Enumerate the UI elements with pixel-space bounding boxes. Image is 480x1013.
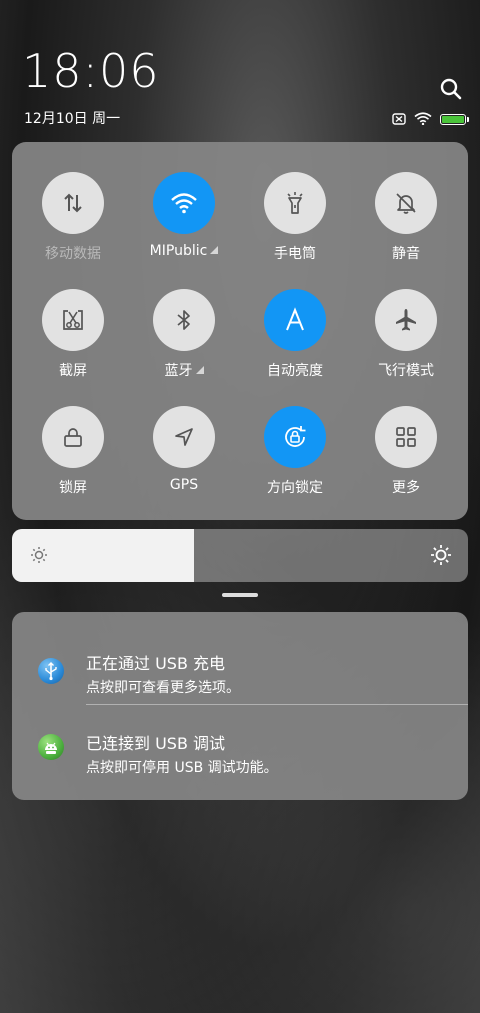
tile-screenshot[interactable]: 截屏	[18, 289, 128, 380]
tile-label: 截屏	[59, 363, 87, 379]
tile-more[interactable]: 更多	[351, 406, 461, 497]
auto-brightness-icon	[264, 289, 326, 351]
usb-icon	[38, 658, 64, 684]
tile-label: 方向锁定	[267, 480, 323, 496]
sun-low-icon	[30, 546, 48, 568]
clock-time: 18:06	[22, 44, 160, 98]
date-label: 12月10日 周一	[24, 111, 121, 127]
status-icons	[392, 110, 469, 129]
divider	[86, 704, 468, 705]
tile-mute[interactable]: 静音	[351, 172, 461, 263]
wifi-icon	[414, 110, 432, 129]
tile-mobile-data[interactable]: 移动数据	[18, 172, 128, 263]
notification-title: 正在通过 USB 充电	[86, 654, 226, 673]
tile-label: 飞行模式	[378, 363, 434, 379]
search-icon[interactable]	[438, 76, 464, 102]
android-icon	[38, 734, 64, 760]
airplane-icon	[375, 289, 437, 351]
tile-label: MIPublic	[149, 243, 208, 259]
notification-text: 点按即可查看更多选项。	[86, 680, 240, 696]
sim-off-icon	[392, 110, 406, 129]
notification-usb-charging[interactable]: 正在通过 USB 充电 点按即可查看更多选项。	[12, 632, 468, 702]
tile-gps[interactable]: GPS	[129, 406, 239, 493]
notification-text: 点按即可停用 USB 调试功能。	[86, 760, 278, 776]
more-grid-icon	[375, 406, 437, 468]
bluetooth-icon	[153, 289, 215, 351]
lock-icon	[42, 406, 104, 468]
tile-flashlight[interactable]: 手电筒	[240, 172, 350, 263]
expand-triangle-icon	[195, 366, 204, 374]
tile-wifi[interactable]: MIPublic	[129, 172, 239, 259]
expand-triangle-icon	[210, 246, 219, 254]
mobile-data-icon	[42, 172, 104, 234]
tile-label: GPS	[169, 477, 199, 493]
tile-label: 锁屏	[59, 480, 87, 496]
notification-title: 已连接到 USB 调试	[86, 734, 226, 753]
quick-settings-panel: 移动数据 MIPublic 手电筒 静音 截屏 蓝牙 自动亮度 飞行模式 锁屏 …	[12, 142, 468, 520]
tile-lock-screen[interactable]: 锁屏	[18, 406, 128, 497]
notification-panel: 正在通过 USB 充电 点按即可查看更多选项。 已连接到 USB 调试 点按即可…	[12, 612, 468, 800]
tile-rotation-lock[interactable]: 方向锁定	[240, 406, 350, 497]
notification-usb-debugging[interactable]: 已连接到 USB 调试 点按即可停用 USB 调试功能。	[12, 712, 468, 782]
flashlight-icon	[264, 172, 326, 234]
screenshot-icon	[42, 289, 104, 351]
drag-handle[interactable]	[222, 593, 258, 597]
rotation-lock-icon	[264, 406, 326, 468]
battery-level-fill	[442, 116, 464, 123]
brightness-slider[interactable]	[12, 529, 468, 582]
tile-auto-brightness[interactable]: 自动亮度	[240, 289, 350, 380]
wifi-icon	[153, 172, 215, 234]
tile-label: 蓝牙	[164, 363, 193, 379]
battery-icon	[440, 114, 469, 125]
gps-icon	[153, 406, 215, 468]
tile-label: 手电筒	[274, 246, 316, 262]
sun-high-icon	[430, 544, 452, 570]
tile-airplane-mode[interactable]: 飞行模式	[351, 289, 461, 380]
tile-label: 更多	[392, 480, 420, 496]
mute-bell-icon	[375, 172, 437, 234]
tile-label: 自动亮度	[267, 363, 323, 379]
tile-label: 移动数据	[45, 246, 101, 262]
tile-label: 静音	[392, 246, 420, 262]
tile-bluetooth[interactable]: 蓝牙	[129, 289, 239, 380]
